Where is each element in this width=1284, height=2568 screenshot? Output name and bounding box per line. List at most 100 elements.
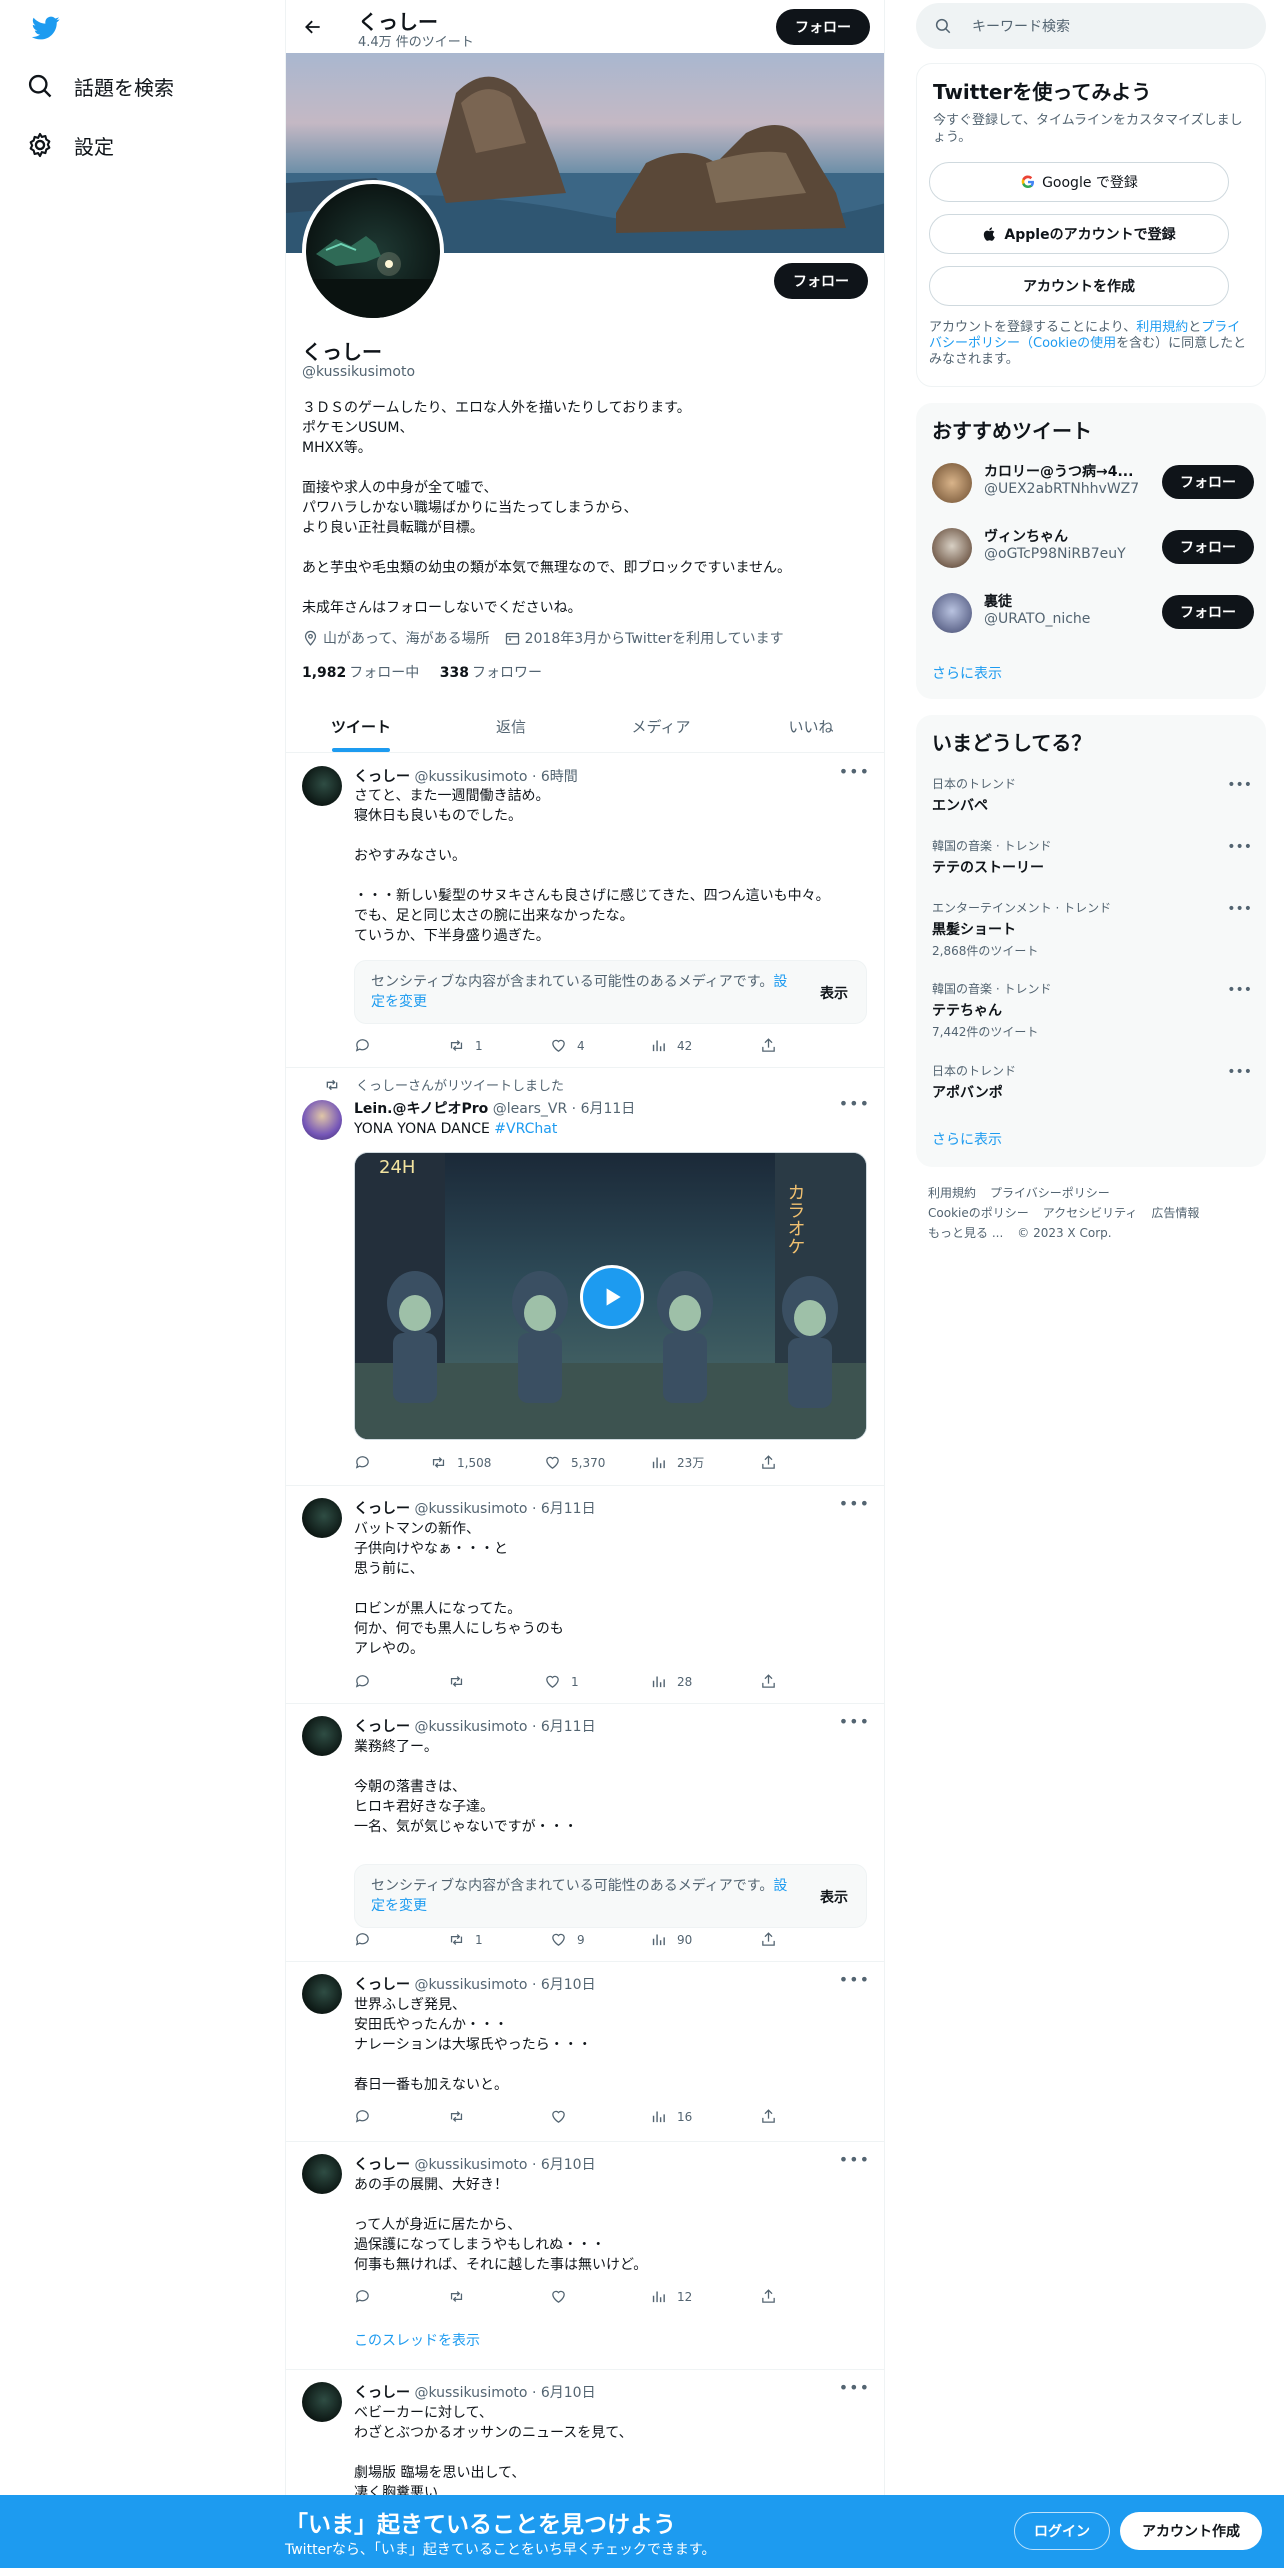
more-options-icon[interactable]: •••: [839, 1094, 870, 1113]
tweet[interactable]: くっしーさんがリツイートしました Lein.@キノピオPro @lears_VR…: [286, 1068, 884, 1486]
tweet-author-name[interactable]: くっしー: [354, 2157, 410, 2173]
tweet-time[interactable]: 6時間: [541, 769, 578, 785]
trend-item[interactable]: エンターテインメント · トレンド 黒髪ショート 2,868件のツイート •••: [932, 899, 1252, 959]
show-more-trends[interactable]: さらに表示: [932, 1129, 1002, 1149]
tweet-author-handle[interactable]: @kussikusimoto: [414, 769, 527, 785]
reply-button[interactable]: [354, 2288, 381, 2305]
terms-link[interactable]: 利用規約: [1136, 320, 1188, 335]
tweet-avatar[interactable]: [302, 2154, 342, 2194]
reply-button[interactable]: [354, 1673, 381, 1690]
video-player[interactable]: 24H カラオケ: [354, 1152, 867, 1440]
tweet-author-handle[interactable]: @kussikusimoto: [414, 2157, 527, 2173]
more-options-icon[interactable]: •••: [1227, 982, 1252, 998]
tab-tweets[interactable]: ツイート: [286, 700, 436, 752]
tweet[interactable]: くっしー @kussikusimoto · 6月11日 ••• 業務終了ー。 今…: [286, 1704, 884, 1962]
tweet[interactable]: くっしー @kussikusimoto · 6月10日 ••• 世界ふしぎ発見、…: [286, 1962, 884, 2142]
more-options-icon[interactable]: •••: [1227, 839, 1252, 855]
tweet-avatar[interactable]: [302, 2382, 342, 2422]
trend-item[interactable]: 韓国の音楽 · トレンド テテのストーリー •••: [932, 837, 1252, 877]
retweet-button[interactable]: 1,508: [430, 1454, 491, 1471]
tweet-time[interactable]: 6月11日: [541, 1501, 596, 1517]
nav-explore[interactable]: 話題を検索: [26, 66, 174, 106]
tweet-author-handle[interactable]: @kussikusimoto: [414, 2385, 527, 2401]
recommended-follow-button[interactable]: フォロー: [1162, 595, 1254, 629]
share-button[interactable]: [760, 2108, 787, 2125]
like-button[interactable]: [550, 2288, 577, 2305]
views-button[interactable]: 28: [650, 1673, 692, 1690]
tweet-time[interactable]: 6月10日: [541, 2385, 596, 2401]
more-options-icon[interactable]: •••: [1227, 777, 1252, 793]
create-account-button[interactable]: アカウントを作成: [929, 266, 1229, 306]
views-button[interactable]: 23万: [650, 1454, 704, 1471]
like-button[interactable]: 5,370: [544, 1454, 605, 1471]
hashtag-link[interactable]: #VRChat: [494, 1121, 557, 1137]
trend-item[interactable]: 日本のトレンド アポバンポ •••: [932, 1062, 1252, 1102]
reply-button[interactable]: [354, 1037, 381, 1054]
more-options-icon[interactable]: •••: [1227, 1064, 1252, 1080]
recommended-account[interactable]: カロリー@うつ病→4... @UEX2abRTNhhvWZ7 フォロー: [932, 461, 1254, 505]
recommended-account[interactable]: ヴィンちゃん @oGTcP98NiRB7euY フォロー: [932, 526, 1254, 570]
like-button[interactable]: [550, 2108, 577, 2125]
tweet-author-name[interactable]: Lein.@キノピオPro: [354, 1101, 488, 1117]
footer-link[interactable]: Cookieのポリシー: [928, 1206, 1029, 1220]
views-button[interactable]: 90: [650, 1931, 692, 1948]
footer-link[interactable]: 広告情報: [1151, 1206, 1199, 1220]
show-media-button[interactable]: 表示: [820, 983, 848, 1003]
recommended-follow-button[interactable]: フォロー: [1162, 530, 1254, 564]
tweet-time[interactable]: 6月11日: [541, 1719, 596, 1735]
footer-link[interactable]: プライバシーポリシー: [990, 1186, 1110, 1200]
followers-link[interactable]: 338 フォロワー: [440, 665, 542, 681]
reply-button[interactable]: [354, 1931, 381, 1948]
tweet-time[interactable]: 6月10日: [541, 2157, 596, 2173]
tweet-avatar[interactable]: [302, 1716, 342, 1756]
recommended-account[interactable]: 裏徒 @URATO_niche フォロー: [932, 591, 1254, 635]
retweet-button[interactable]: [448, 2108, 475, 2125]
like-button[interactable]: 1: [544, 1673, 579, 1690]
share-button[interactable]: [760, 1673, 787, 1690]
tweet-author-name[interactable]: くっしー: [354, 1977, 410, 1993]
share-button[interactable]: [760, 2288, 787, 2305]
trend-item[interactable]: 韓国の音楽 · トレンド テテちゃん 7,442件のツイート •••: [932, 980, 1252, 1040]
footer-link[interactable]: アクセシビリティ: [1043, 1206, 1138, 1220]
more-options-icon[interactable]: •••: [839, 1970, 870, 1989]
tweet[interactable]: くっしー @kussikusimoto · 6月11日 ••• バットマンの新作…: [286, 1486, 884, 1704]
retweet-indicator[interactable]: くっしーさんがリツイートしました: [324, 1075, 564, 1094]
reply-button[interactable]: [354, 2108, 381, 2125]
tweet-avatar[interactable]: [302, 1498, 342, 1538]
tab-replies[interactable]: 返信: [436, 700, 586, 752]
tweet[interactable]: くっしー @kussikusimoto · 6月10日 ••• あの手の展開、大…: [286, 2142, 884, 2370]
tweet-author-name[interactable]: くっしー: [354, 769, 410, 785]
login-button[interactable]: ログイン: [1014, 2512, 1110, 2550]
trend-item[interactable]: 日本のトレンド エンバペ •••: [932, 775, 1252, 815]
profile-follow-button[interactable]: フォロー: [774, 263, 868, 299]
tweet-avatar[interactable]: [302, 1974, 342, 2014]
tweet-author-handle[interactable]: @kussikusimoto: [414, 1977, 527, 1993]
tweet-time[interactable]: 6月10日: [541, 1977, 596, 1993]
like-button[interactable]: 4: [550, 1037, 585, 1054]
recommended-follow-button[interactable]: フォロー: [1162, 465, 1254, 499]
twitter-bird-icon[interactable]: [30, 14, 62, 42]
retweet-button[interactable]: 1: [448, 1037, 483, 1054]
retweet-button[interactable]: [448, 1673, 475, 1690]
more-options-icon[interactable]: •••: [839, 1494, 870, 1513]
footer-more-link[interactable]: もっと見る ...: [928, 1226, 1003, 1240]
share-button[interactable]: [760, 1454, 787, 1471]
more-options-icon[interactable]: •••: [839, 2150, 870, 2169]
search-box[interactable]: キーワード検索: [916, 3, 1266, 49]
back-button[interactable]: [296, 10, 330, 44]
footer-link[interactable]: 利用規約: [928, 1186, 976, 1200]
share-button[interactable]: [760, 1931, 787, 1948]
tweet-author-handle[interactable]: @kussikusimoto: [414, 1501, 527, 1517]
tweet-time[interactable]: 6月11日: [581, 1101, 636, 1117]
tweet-author-name[interactable]: くっしー: [354, 1719, 410, 1735]
more-options-icon[interactable]: •••: [1227, 901, 1252, 917]
profile-avatar[interactable]: [302, 180, 444, 322]
more-options-icon[interactable]: •••: [839, 2378, 870, 2397]
apple-signup-button[interactable]: Appleのアカウントで登録: [929, 214, 1229, 254]
retweet-button[interactable]: 1: [448, 1931, 483, 1948]
header-follow-button[interactable]: フォロー: [776, 9, 870, 45]
tweet-avatar[interactable]: [302, 1100, 342, 1140]
views-button[interactable]: 16: [650, 2108, 692, 2125]
tab-media[interactable]: メディア: [586, 700, 736, 752]
show-more-recommended[interactable]: さらに表示: [932, 663, 1002, 683]
